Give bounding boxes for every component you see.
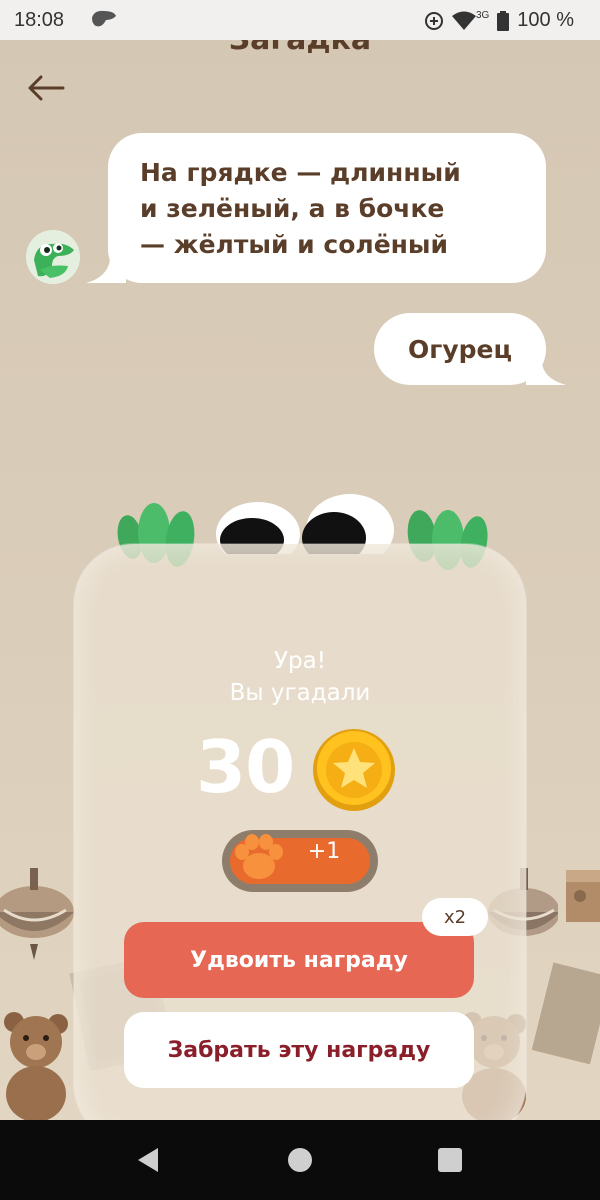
wifi-icon xyxy=(451,11,476,30)
battery-icon xyxy=(497,10,510,31)
riddle-line-1: На грядке — длинный xyxy=(140,158,461,187)
answer-message-bubble: Огурец xyxy=(374,313,566,385)
battery-level: 100 % xyxy=(517,9,574,31)
arrow-left-icon xyxy=(28,75,65,101)
app-notification-icon xyxy=(92,10,116,27)
score-value: 30 xyxy=(196,725,295,809)
screen: Загадка На грядке — длинный и зелёный, а… xyxy=(0,0,600,1120)
toy-block-decor xyxy=(566,870,600,922)
nav-home-icon[interactable] xyxy=(288,1148,312,1172)
status-time: 18:08 xyxy=(14,9,65,31)
paw-bonus-value: +1 xyxy=(307,839,341,864)
riddle-line-2: и зелёный, а в бочке xyxy=(140,194,445,223)
bubble-tail xyxy=(526,363,566,385)
star-coin-icon xyxy=(313,729,395,811)
data-saver-icon xyxy=(424,11,443,30)
status-icons: 3G 100 % xyxy=(424,9,574,32)
paw-bonus-pill: +1 xyxy=(222,830,378,892)
x2-badge: x2 xyxy=(422,898,488,936)
bot-avatar xyxy=(26,230,80,284)
network-type: 3G xyxy=(475,10,490,21)
back-button[interactable] xyxy=(24,68,68,108)
bubble-tail xyxy=(86,259,126,283)
riddle-message-bubble: На грядке — длинный и зелёный, а в бочке… xyxy=(86,133,546,283)
nav-recents-icon[interactable] xyxy=(438,1148,462,1172)
take-reward-button[interactable]: Забрать эту награду xyxy=(124,1012,474,1088)
riddle-line-3: — жёлтый и солёный xyxy=(140,230,449,259)
double-reward-button[interactable]: Удвоить награду xyxy=(124,922,474,998)
result-title-line2: Вы угадали xyxy=(229,680,371,706)
answer-text: Огурец xyxy=(408,334,512,364)
result-title-line1: Ура! xyxy=(274,648,326,674)
crocodile-icon xyxy=(26,230,80,284)
teddy-bear-left-decor xyxy=(4,1012,68,1120)
nav-back-icon[interactable] xyxy=(134,1145,164,1175)
status-bar: 18:08 3G 100 % xyxy=(0,0,600,40)
paw-icon xyxy=(235,834,283,879)
